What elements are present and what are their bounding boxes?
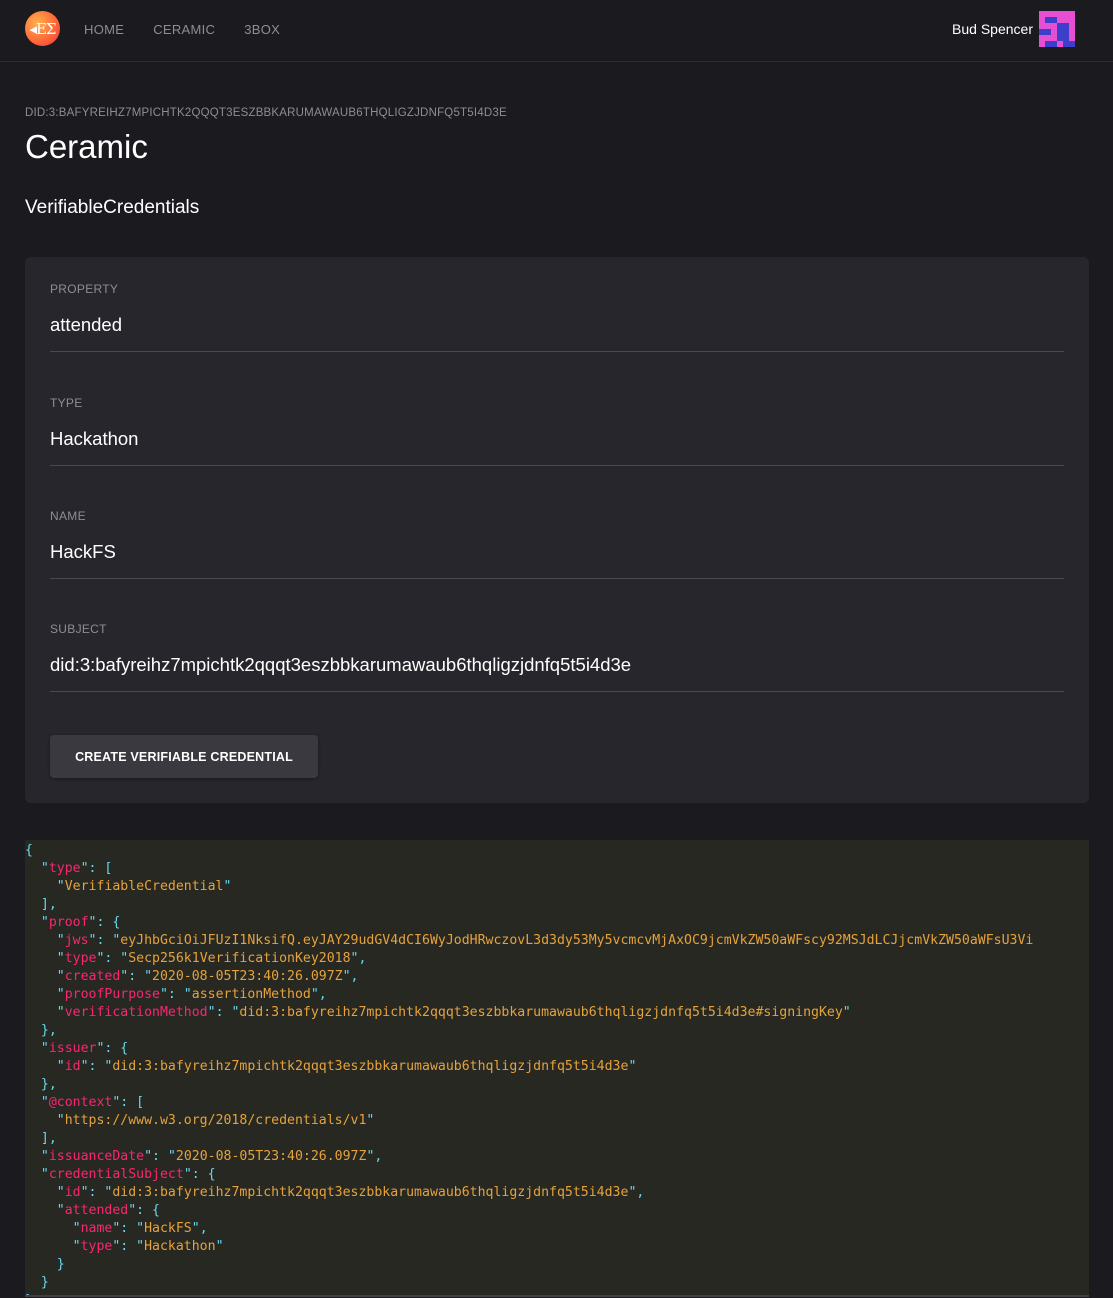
main-nav: HOME CERAMIC 3BOX	[84, 22, 280, 37]
json-key: @context	[48, 1095, 113, 1110]
json-key: id	[64, 1059, 81, 1074]
create-verifiable-credential-button[interactable]: CREATE VERIFIABLE CREDENTIAL	[50, 735, 318, 778]
name-field[interactable]: NAME HackFS	[50, 484, 1064, 579]
json-key: attended	[64, 1203, 129, 1218]
credential-json-output[interactable]: { "type": [ "VerifiableCredential" ], "p…	[25, 840, 1089, 1297]
page-title: Ceramic	[25, 128, 148, 165]
nav-ceramic-link[interactable]: CERAMIC	[153, 22, 215, 37]
json-string: Secp256k1VerificationKey2018	[128, 951, 351, 966]
json-key: id	[64, 1185, 81, 1200]
json-string: 2020-08-05T23:40:26.097Z	[175, 1149, 367, 1164]
json-key: proof	[48, 915, 89, 930]
json-key: type	[64, 951, 97, 966]
did-identifier: DID:3:BAFYREIHZ7MPICHTK2QQQT3ESZBBKARUMA…	[25, 107, 507, 119]
json-key: issuanceDate	[48, 1149, 145, 1164]
json-string: did:3:bafyreihz7mpichtk2qqqt3eszbbkaruma…	[239, 1005, 843, 1020]
json-string: eyJhbGciOiJFUzI1NksifQ.eyJAY29udGV4dCI6W…	[120, 933, 1034, 948]
type-label: TYPE	[50, 396, 83, 410]
json-string: did:3:bafyreihz7mpichtk2qqqt3eszbbkaruma…	[112, 1059, 629, 1074]
section-title: VerifiableCredentials	[25, 197, 200, 218]
nav-home-link[interactable]: HOME	[84, 22, 124, 37]
type-field[interactable]: TYPE Hackathon	[50, 371, 1064, 466]
user-avatar[interactable]	[1039, 11, 1075, 47]
json-key: credentialSubject	[48, 1167, 184, 1182]
json-key: verificationMethod	[64, 1005, 208, 1020]
credential-form-card: PROPERTY attended TYPE Hackathon NAME Ha…	[25, 257, 1089, 803]
subject-field[interactable]: SUBJECT did:3:bafyreihz7mpichtk2qqqt3esz…	[50, 597, 1064, 692]
json-key: proofPurpose	[64, 987, 160, 1002]
json-key: type	[48, 861, 81, 876]
json-key: jws	[64, 933, 89, 948]
json-string: VerifiableCredential	[64, 879, 224, 894]
nav-3box-link[interactable]: 3BOX	[244, 22, 280, 37]
json-key: issuer	[48, 1041, 97, 1056]
json-key: type	[80, 1239, 113, 1254]
json-string: assertionMethod	[191, 987, 311, 1002]
user-name[interactable]: Bud Spencer	[952, 21, 1033, 37]
json-string: did:3:bafyreihz7mpichtk2qqqt3eszbbkaruma…	[112, 1185, 629, 1200]
json-string: Hackathon	[144, 1239, 216, 1254]
name-input[interactable]: HackFS	[50, 541, 116, 563]
name-label: NAME	[50, 509, 86, 523]
json-key: name	[80, 1221, 113, 1236]
subject-input[interactable]: did:3:bafyreihz7mpichtk2qqqt3eszbbkaruma…	[50, 654, 631, 676]
app-logo[interactable]: ◂EΣ	[25, 11, 60, 46]
property-field[interactable]: PROPERTY attended	[50, 257, 1064, 352]
property-label: PROPERTY	[50, 282, 119, 296]
json-string: 2020-08-05T23:40:26.097Z	[152, 969, 343, 984]
avatar-pixel	[1069, 41, 1075, 47]
property-input[interactable]: attended	[50, 314, 122, 336]
json-string: HackFS	[144, 1221, 192, 1236]
subject-label: SUBJECT	[50, 622, 107, 636]
top-navbar: ◂EΣ HOME CERAMIC 3BOX Bud Spencer	[0, 0, 1113, 62]
type-input[interactable]: Hackathon	[50, 428, 138, 450]
json-key: created	[64, 969, 121, 984]
json-string: https://www.w3.org/2018/credentials/v1	[64, 1113, 367, 1128]
json-code: { "type": [ "VerifiableCredential" ], "p…	[25, 843, 1034, 1295]
